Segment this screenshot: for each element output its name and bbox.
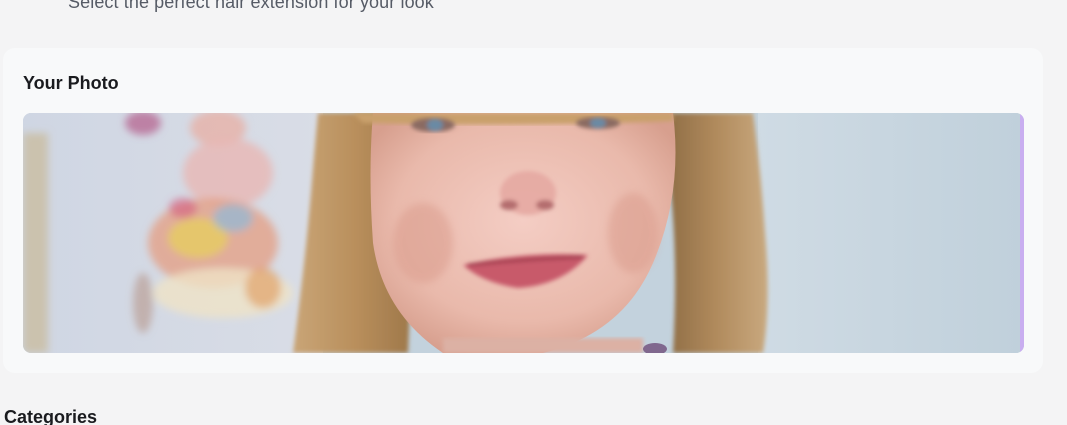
page: Select the perfect hair extension for yo…	[0, 0, 1067, 425]
your-photo-card: Your Photo	[3, 48, 1043, 373]
card-title: Your Photo	[23, 73, 119, 93]
photo-accent-edge	[1020, 113, 1024, 353]
page-subtitle: Select the perfect hair extension for yo…	[68, 0, 434, 12]
uploaded-photo[interactable]	[23, 113, 1024, 353]
portrait-photo-image	[23, 113, 1024, 353]
categories-heading: Categories	[4, 407, 98, 425]
